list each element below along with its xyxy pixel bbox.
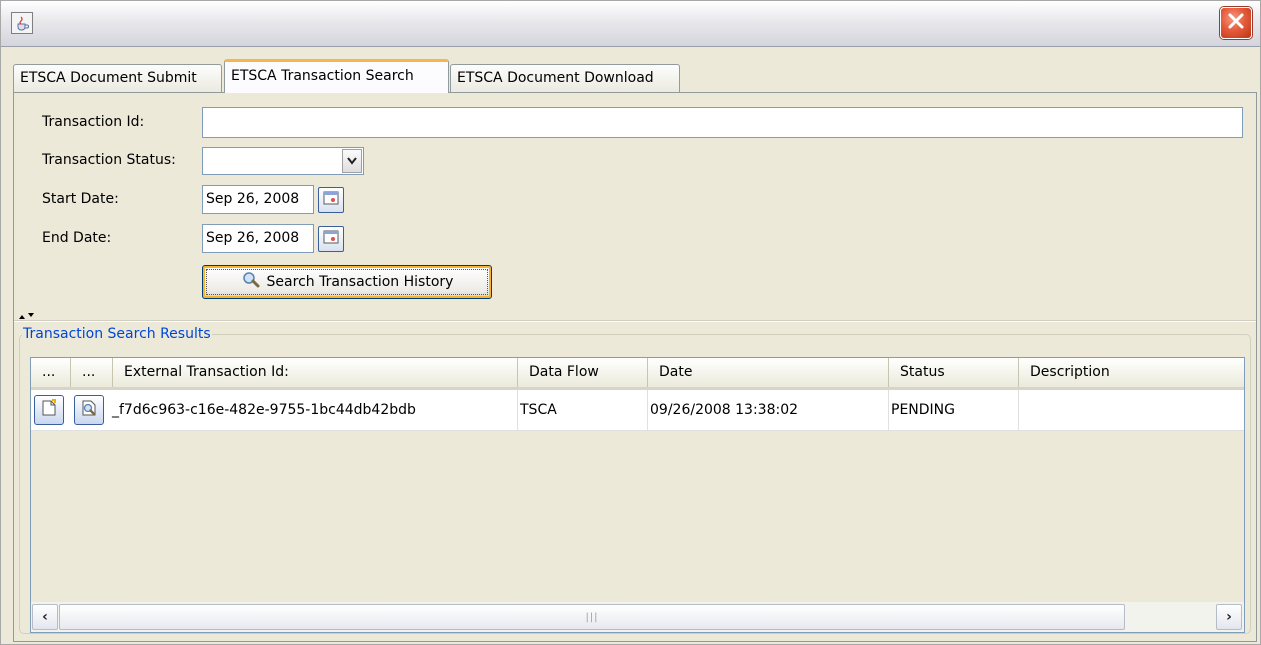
results-table: ... ... External Transaction Id: Data Fl… [30, 357, 1245, 633]
search-form: Transaction Id: Transaction Status: Star… [14, 93, 1256, 311]
close-icon [1227, 12, 1245, 34]
magnifier-icon [241, 271, 261, 293]
cell-description [1019, 390, 1244, 431]
document-search-button[interactable] [74, 395, 104, 425]
close-button[interactable] [1220, 7, 1252, 39]
start-date-calendar-button[interactable] [318, 187, 344, 213]
tab-document-submit[interactable]: ETSCA Document Submit [13, 64, 222, 92]
start-date-label: Start Date: [42, 191, 119, 207]
tab-transaction-search[interactable]: ETSCA Transaction Search [224, 59, 449, 93]
cell-date: 09/26/2008 13:38:02 [648, 390, 889, 431]
column-header-status[interactable]: Status [889, 358, 1019, 387]
scrollbar-thumb[interactable]: ||| [59, 604, 1125, 630]
end-date-field[interactable]: Sep 26, 2008 [202, 224, 314, 253]
tab-document-download[interactable]: ETSCA Document Download [450, 64, 680, 92]
java-cup-icon[interactable] [11, 12, 33, 34]
transaction-status-label: Transaction Status: [42, 152, 176, 168]
scroll-right-arrow-icon[interactable]: › [1216, 604, 1242, 630]
column-header-data-flow[interactable]: Data Flow [518, 358, 648, 387]
cell-status: PENDING [889, 390, 1019, 431]
document-edit-button[interactable] [34, 395, 64, 425]
column-header-external-transaction-id[interactable]: External Transaction Id: [113, 358, 518, 387]
table-row[interactable]: _f7d6c963-c16e-482e-9755-1bc44db42bdb TS… [31, 390, 1244, 431]
search-transaction-history-button[interactable]: Search Transaction History [202, 265, 492, 299]
calendar-icon [323, 230, 339, 248]
tab-strip: ETSCA Document Submit ETSCA Transaction … [13, 58, 1253, 93]
column-header-date[interactable]: Date [648, 358, 889, 387]
split-arrows-icon[interactable] [18, 312, 40, 320]
end-date-calendar-button[interactable] [318, 226, 344, 252]
start-date-field[interactable]: Sep 26, 2008 [202, 185, 314, 214]
horizontal-scrollbar[interactable]: ‹ ||| › [31, 602, 1244, 632]
results-group-title: Transaction Search Results [22, 325, 212, 343]
chevron-down-icon[interactable] [342, 149, 362, 173]
column-header-description[interactable]: Description [1019, 358, 1244, 387]
split-pane-divider[interactable] [14, 311, 1256, 321]
cell-external-transaction-id: _f7d6c963-c16e-482e-9755-1bc44db42bdb [111, 390, 518, 431]
transaction-id-label: Transaction Id: [42, 114, 145, 130]
cell-data-flow: TSCA [518, 390, 648, 431]
transaction-status-select[interactable] [202, 147, 364, 175]
column-header-action-2[interactable]: ... [71, 358, 113, 387]
transaction-id-input[interactable] [202, 107, 1243, 138]
title-bar[interactable] [1, 1, 1260, 47]
document-search-icon [80, 399, 98, 421]
search-button-label: Search Transaction History [266, 274, 454, 290]
scroll-left-arrow-icon[interactable]: ‹ [32, 604, 58, 630]
document-edit-icon [40, 399, 58, 421]
end-date-label: End Date: [42, 230, 112, 246]
column-header-action-1[interactable]: ... [31, 358, 71, 387]
application-window: ETSCA Document Submit ETSCA Transaction … [0, 0, 1261, 645]
table-header: ... ... External Transaction Id: Data Fl… [31, 358, 1244, 390]
calendar-icon [323, 191, 339, 209]
